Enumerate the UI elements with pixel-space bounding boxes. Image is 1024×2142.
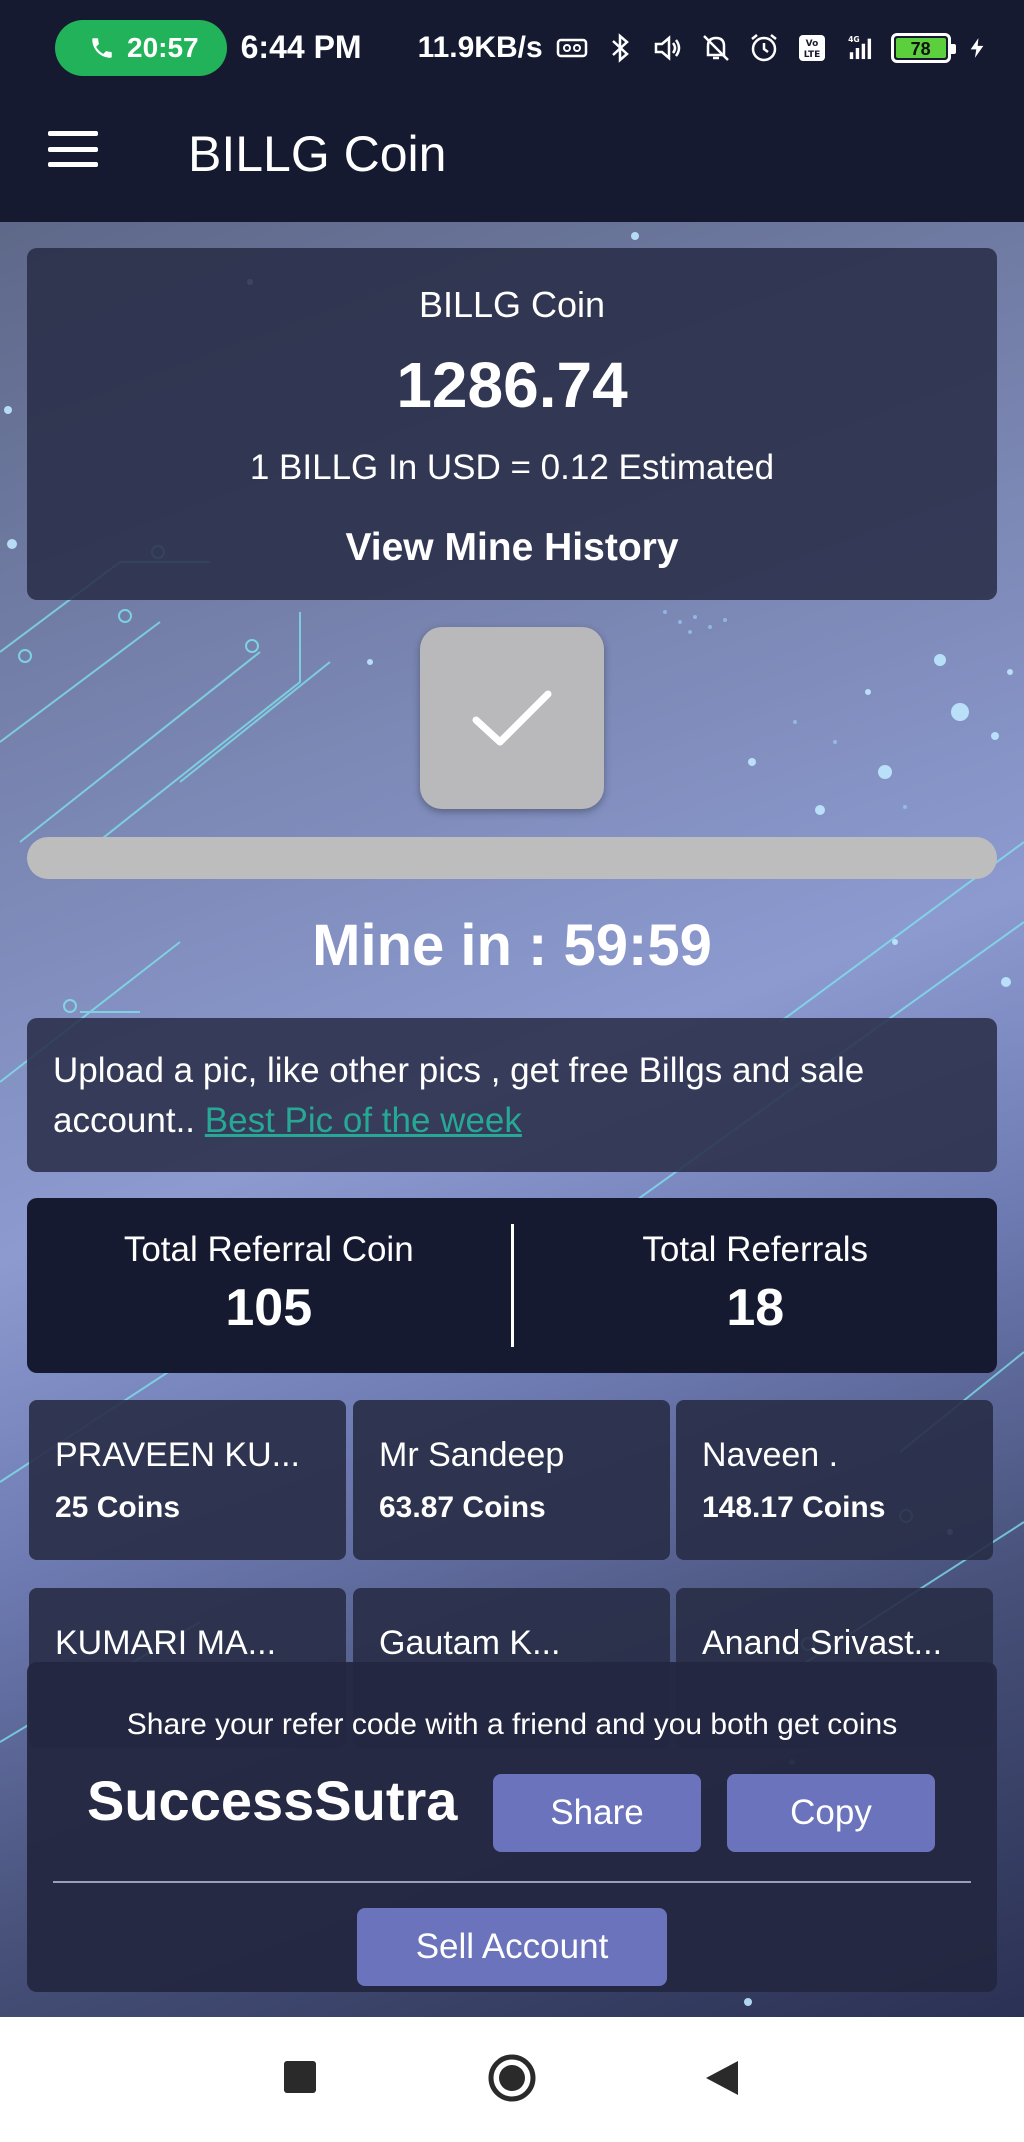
back-triangle-icon[interactable] [704, 2059, 740, 2097]
referral-name: Naveen . [702, 1436, 839, 1474]
balance-card: BILLG Coin 1286.74 1 BILLG In USD = 0.12… [27, 248, 997, 600]
referral-code: SuccessSutra [87, 1769, 458, 1832]
bell-off-icon [702, 34, 729, 61]
share-hint: Share your refer code with a friend and … [126, 1708, 898, 1741]
referral-stats: Total Referral Coin 105 Total Referrals … [27, 1198, 997, 1373]
total-referral-coin: Total Referral Coin 105 [27, 1198, 511, 1373]
mine-timer: Mine in : 59:59 [312, 913, 712, 978]
call-duration: 20:57 [127, 31, 199, 63]
system-nav-bar [0, 2017, 1024, 2142]
ongoing-call-pill[interactable]: 20:57 [55, 19, 227, 76]
referral-name: Mr Sandeep [379, 1436, 565, 1474]
volume-icon [654, 34, 680, 61]
checkmark-icon [472, 690, 552, 746]
total-referrals: Total Referrals 18 [514, 1198, 998, 1373]
referral-coins: 148.17 Coins [702, 1491, 886, 1524]
total-referrals-label: Total Referrals [642, 1230, 869, 1269]
app-title: BILLG Coin [188, 126, 447, 182]
total-referral-coin-label: Total Referral Coin [123, 1230, 414, 1269]
referral-card[interactable]: Mr Sandeep 63.87 Coins [353, 1400, 670, 1560]
hamburger-menu-icon[interactable] [48, 131, 98, 167]
referral-name: Gautam K... [379, 1624, 561, 1662]
bluetooth-icon [611, 32, 629, 63]
vr-icon [556, 38, 587, 57]
home-circle-icon[interactable] [487, 2053, 537, 2103]
total-referrals-value: 18 [726, 1279, 785, 1337]
view-mine-history-link[interactable]: View Mine History [27, 526, 997, 570]
upload-promo-card: Upload a pic, like other pics , get free… [27, 1018, 997, 1172]
svg-text:LTE: LTE [803, 50, 820, 60]
coin-label: BILLG Coin [418, 284, 606, 325]
phone-icon [92, 37, 112, 58]
coin-balance: 1286.74 [396, 349, 628, 421]
share-button[interactable]: Share [493, 1774, 701, 1852]
referral-name: PRAVEEN KU... [55, 1436, 300, 1474]
volte-icon: VoLTE [798, 34, 825, 61]
sell-account-button[interactable]: Sell Account [357, 1908, 667, 1986]
mine-button[interactable] [420, 627, 604, 809]
referral-card[interactable]: PRAVEEN KU... 25 Coins [29, 1400, 346, 1560]
status-icons: Vo LTE 4G 78 [555, 31, 989, 65]
network-type-label: 4G [848, 35, 860, 44]
alarm-icon [750, 33, 777, 61]
battery-level: 78 [895, 37, 946, 59]
referral-card[interactable]: Naveen . 148.17 Coins [676, 1400, 993, 1560]
svg-text:Vo: Vo [805, 39, 818, 49]
referral-name: Anand Srivast... [702, 1624, 943, 1662]
signal-icon: 4G [848, 35, 871, 59]
copy-button[interactable]: Copy [727, 1774, 935, 1852]
share-divider [53, 1881, 971, 1883]
battery-icon: 78 [890, 32, 956, 63]
mine-progress-bar [27, 837, 997, 879]
usd-rate-text: 1 BILLG In USD = 0.12 Estimated [249, 448, 775, 487]
total-referral-coin-value: 105 [225, 1279, 313, 1337]
app-bar: BILLG Coin [0, 95, 1024, 222]
main-content[interactable]: BILLG Coin 1286.74 1 BILLG In USD = 0.12… [0, 222, 1024, 2017]
recents-square-icon[interactable] [282, 2059, 318, 2095]
clock: 6:44 PM [240, 29, 362, 65]
referral-name: KUMARI MA... [55, 1624, 277, 1662]
best-pic-link[interactable]: Best Pic of the week [205, 1101, 522, 1140]
network-speed: 11.9KB/s [417, 30, 543, 64]
charging-icon [970, 37, 984, 58]
share-card: Share your refer code with a friend and … [27, 1662, 997, 1992]
referral-coins: 63.87 Coins [379, 1491, 546, 1524]
status-bar: 20:57 6:44 PM 11.9KB/s Vo LTE 4G 78 [0, 0, 1024, 95]
referral-coins: 25 Coins [55, 1491, 181, 1524]
